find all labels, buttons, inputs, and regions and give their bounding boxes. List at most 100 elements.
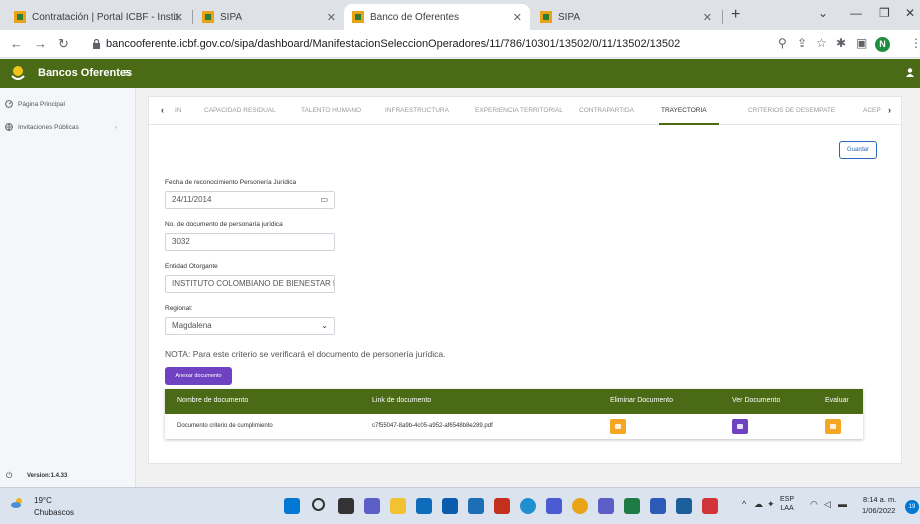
tab-trayectoria[interactable]: TRAYECTORIA: [661, 107, 707, 114]
start-icon[interactable]: [284, 498, 300, 514]
security-icon[interactable]: ✦: [767, 499, 775, 510]
delete-document-button[interactable]: [610, 419, 626, 434]
image-viewer-icon[interactable]: [676, 498, 692, 514]
attach-document-button[interactable]: Anexar documento: [165, 367, 232, 385]
task-view-icon[interactable]: [338, 498, 354, 514]
browser-tab-sipa-1[interactable]: SIPA ✕: [194, 4, 344, 30]
browser-tab-title: SIPA: [558, 11, 581, 23]
icbf-favicon-icon: [14, 11, 26, 23]
evaluate-document-button[interactable]: [825, 419, 841, 434]
sidebar: Página Principal Invitaciones Públicas ‹: [0, 88, 136, 487]
sidebar-item-label: Página Principal: [18, 100, 65, 108]
chrome-icon[interactable]: [572, 498, 588, 514]
weather-temperature[interactable]: 19°C: [34, 496, 52, 505]
documento-field[interactable]: 3032: [165, 233, 335, 251]
weather-description[interactable]: Chubascos: [34, 508, 74, 517]
sidebar-item-pagina-principal[interactable]: Página Principal: [5, 100, 65, 108]
weather-icon[interactable]: [10, 496, 24, 510]
window-close-icon[interactable]: ✕: [905, 6, 915, 20]
close-tab-icon[interactable]: ✕: [513, 11, 522, 24]
search-icon[interactable]: [312, 498, 325, 511]
office-icon[interactable]: [494, 498, 510, 514]
forward-icon[interactable]: →: [34, 36, 47, 51]
reload-icon[interactable]: ↻: [58, 36, 69, 52]
tab-capacidad-residual[interactable]: CAPACIDAD RESIDUAL: [204, 107, 276, 114]
dashboard-icon: [5, 100, 13, 108]
tab-criterios-desempate[interactable]: CRITERIOS DE DESEMPATE: [748, 107, 835, 114]
excel-icon[interactable]: [624, 498, 640, 514]
clock-time[interactable]: 8:14 a. m.: [863, 495, 896, 504]
chat-icon[interactable]: [364, 498, 380, 514]
power-icon[interactable]: ⏻: [6, 471, 12, 481]
windows-taskbar: 19°C Chubascos ^ ☁ ✦ ESP LAA ◠ ◁ ▬ 8:14 …: [0, 487, 920, 524]
extensions-icon[interactable]: ✱: [836, 36, 846, 50]
minimize-icon[interactable]: —: [850, 6, 862, 20]
photos-icon[interactable]: [546, 498, 562, 514]
address-bar: ← → ↻ bancooferente.icbf.gov.co/sipa/das…: [0, 30, 920, 58]
battery-icon[interactable]: ▬: [838, 499, 847, 509]
teams-icon[interactable]: [598, 498, 614, 514]
acrobat-icon[interactable]: [702, 498, 718, 514]
notification-badge[interactable]: 19: [905, 500, 919, 514]
close-tab-icon[interactable]: ✕: [327, 11, 336, 24]
browser-tab-banco-oferentes[interactable]: Banco de Oferentes ✕: [344, 4, 530, 30]
hamburger-menu-icon[interactable]: ≡: [123, 65, 131, 80]
regional-select[interactable]: Magdalena ⌄: [165, 317, 335, 335]
tabs-next-button[interactable]: ›: [888, 105, 891, 115]
tab-contrapartida[interactable]: CONTRAPARTIDA: [579, 107, 634, 114]
sidebar-item-invitaciones[interactable]: Invitaciones Públicas ‹: [5, 123, 117, 131]
zoom-icon[interactable]: ⚲: [778, 36, 787, 50]
browser-tab-sipa-2[interactable]: SIPA ✕: [532, 4, 720, 30]
file-explorer-icon[interactable]: [390, 498, 406, 514]
store-icon[interactable]: [416, 498, 432, 514]
browser-tab-title: Contratación | Portal ICBF - Instit: [32, 11, 179, 23]
tab-talento-humano[interactable]: TALENTO HUMANO: [301, 107, 361, 114]
tab-acep[interactable]: ACEP: [863, 107, 881, 114]
col-ver-header: Ver Documento: [732, 397, 781, 404]
share-icon[interactable]: ⇪: [797, 36, 807, 50]
language-indicator[interactable]: ESP LAA: [780, 495, 794, 513]
tab-in[interactable]: IN: [175, 107, 182, 114]
tray-overflow-icon[interactable]: ^: [742, 499, 746, 509]
regional-label: Regional:: [165, 305, 193, 312]
sidepanel-icon[interactable]: ▣: [856, 36, 867, 50]
volume-icon[interactable]: ◁: [824, 499, 831, 510]
user-icon[interactable]: [906, 68, 914, 77]
word-icon[interactable]: [650, 498, 666, 514]
tab-search-icon[interactable]: ⌄: [818, 6, 828, 20]
calendar-icon[interactable]: ▭: [320, 192, 328, 208]
wifi-icon[interactable]: ◠: [810, 499, 818, 510]
close-tab-icon[interactable]: ✕: [703, 11, 712, 24]
close-tab-icon[interactable]: ✕: [174, 11, 183, 24]
cloud-icon[interactable]: ☁: [754, 499, 763, 510]
table-row: Documento criterio de cumplimiento c7f55…: [165, 414, 863, 439]
profile-avatar[interactable]: N: [875, 37, 890, 52]
icbf-favicon-icon: [540, 11, 552, 23]
doc-name-cell: Documento criterio de cumplimiento: [177, 423, 273, 429]
save-button[interactable]: Guardar: [839, 141, 877, 159]
edge-icon[interactable]: [520, 498, 536, 514]
table-header: Nombre de documento Link de documento El…: [165, 389, 863, 414]
bookmark-star-icon[interactable]: ☆: [816, 36, 827, 50]
clock-date[interactable]: 1/06/2022: [862, 506, 895, 515]
maximize-icon[interactable]: ❐: [879, 6, 890, 20]
tabs-prev-button[interactable]: ‹: [161, 105, 164, 115]
back-icon[interactable]: ←: [10, 36, 23, 51]
mail-icon[interactable]: [468, 498, 484, 514]
new-tab-icon[interactable]: +: [731, 6, 740, 24]
criterion-note: NOTA: Para este criterio se verificará e…: [165, 349, 446, 359]
browser-menu-icon[interactable]: ⋮: [910, 36, 920, 50]
doc-link-cell[interactable]: c7f55047-8a9b-4c05-a952-af6548b8e289.pdf: [372, 423, 493, 429]
tab-experiencia-territorial[interactable]: EXPERIENCIA TERRITORIAL: [475, 107, 563, 114]
browser-tab-contratacion[interactable]: Contratación | Portal ICBF - Instit ✕: [6, 4, 191, 30]
col-link-header: Link de documento: [372, 397, 432, 404]
app-brand[interactable]: Bancos Oferentes: [38, 67, 132, 79]
view-document-button[interactable]: [732, 419, 748, 434]
tab-infraestructura[interactable]: INFRAESTRUCTURA: [385, 107, 449, 114]
url-field[interactable]: bancooferente.icbf.gov.co/sipa/dashboard…: [92, 34, 812, 54]
fecha-label: Fecha de reconocimiento Personería Juríd…: [165, 179, 297, 186]
outlook-icon[interactable]: [442, 498, 458, 514]
fecha-field[interactable]: 24/11/2014 ▭: [165, 191, 335, 209]
entidad-field[interactable]: INSTITUTO COLOMBIANO DE BIENESTAR F: [165, 275, 335, 293]
language-top: ESP: [780, 496, 795, 503]
